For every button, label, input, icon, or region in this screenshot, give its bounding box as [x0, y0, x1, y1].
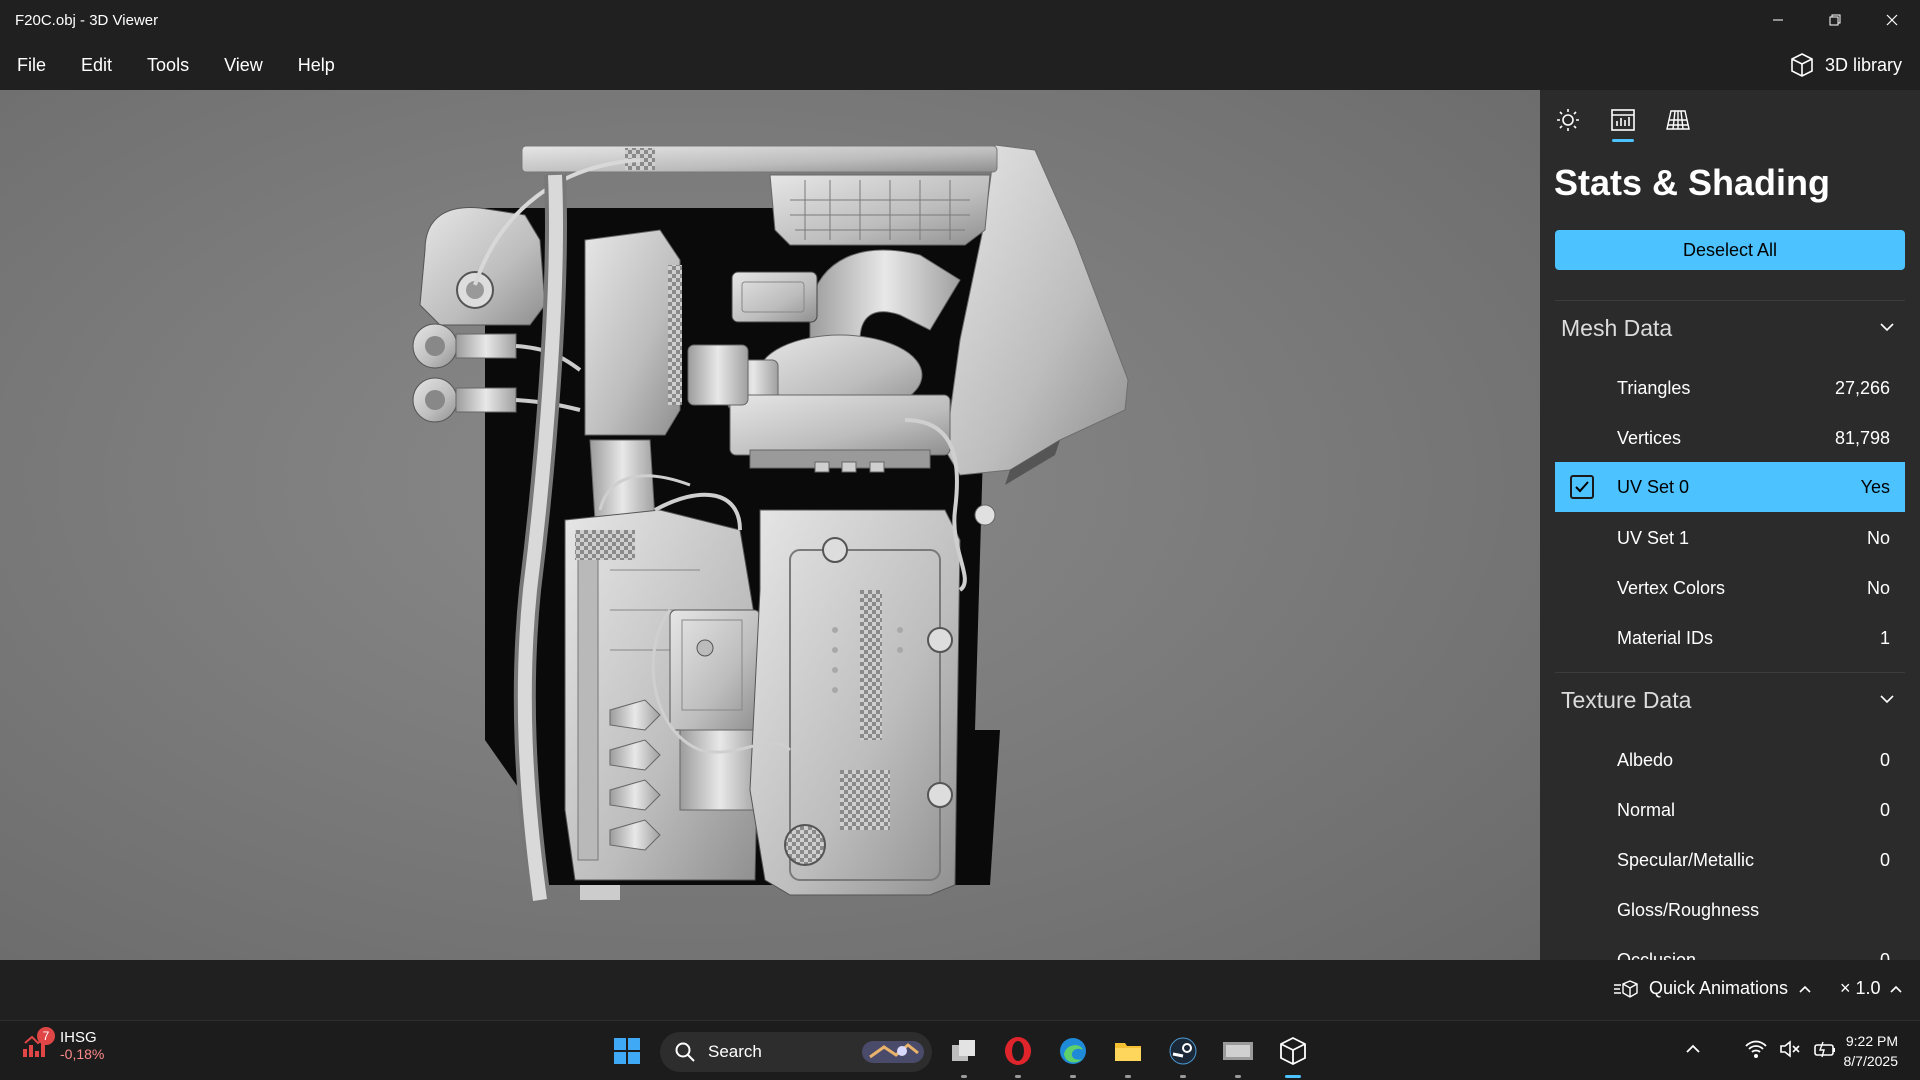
restore-button[interactable] — [1806, 0, 1863, 40]
mesh-row-vertex-colors[interactable]: Vertex Colors No — [1555, 563, 1905, 613]
tab-grid[interactable] — [1662, 100, 1694, 140]
uv-set-0-checkbox[interactable] — [1570, 475, 1594, 499]
menu-bar: File Edit Tools View Help 3D library — [0, 40, 1920, 90]
mesh-row-uv-set-1[interactable]: UV Set 1 No — [1555, 513, 1905, 563]
restore-icon — [1829, 14, 1840, 26]
close-icon — [1886, 14, 1897, 26]
clock-date: 8/7/2025 — [1843, 1053, 1899, 1069]
chevron-up-icon — [1799, 985, 1811, 993]
search-icon — [675, 1042, 695, 1062]
stock-name: IHSG — [60, 1029, 97, 1046]
menu-help[interactable]: Help — [281, 55, 353, 76]
mesh-row-vertices[interactable]: Vertices 81,798 — [1555, 413, 1905, 463]
window-title: F20C.obj - 3D Viewer — [15, 11, 159, 29]
search-highlight-icon — [862, 1041, 924, 1063]
opera-icon — [1005, 1037, 1031, 1065]
animation-cube-icon — [1614, 979, 1638, 998]
system-tray — [1685, 1039, 1837, 1059]
windows-logo-icon — [614, 1038, 640, 1064]
menu-tools[interactable]: Tools — [130, 55, 207, 76]
stock-change: -0,18% — [60, 1046, 105, 1062]
mesh-row-uv-set-0[interactable]: UV Set 0 Yes — [1555, 462, 1905, 512]
texture-row-specular-metallic[interactable]: Specular/Metallic 0 — [1555, 835, 1905, 885]
texture-row-gloss-roughness[interactable]: Gloss/Roughness — [1555, 885, 1905, 935]
edge-icon — [1060, 1038, 1086, 1064]
title-bar: F20C.obj - 3D Viewer — [0, 0, 1920, 40]
opera-app[interactable] — [1000, 1033, 1036, 1078]
start-button[interactable] — [609, 1033, 645, 1069]
steam-app[interactable] — [1165, 1033, 1201, 1078]
stats-chart-icon — [1611, 109, 1635, 131]
mesh-row-triangles[interactable]: Triangles 27,266 — [1555, 363, 1905, 413]
panel-title: Stats & Shading — [1554, 162, 1831, 203]
taskbar-search[interactable]: Search — [660, 1032, 932, 1072]
checkmark-icon — [1575, 481, 1589, 493]
quick-animations-label: Quick Animations — [1649, 978, 1789, 998]
task-view-button[interactable] — [946, 1033, 982, 1078]
notification-badge: 7 — [37, 1027, 55, 1045]
close-button[interactable] — [1863, 0, 1920, 40]
menu-view[interactable]: View — [207, 55, 281, 76]
grid-icon — [1666, 110, 1690, 130]
minimize-icon — [1772, 19, 1783, 21]
tab-stats[interactable] — [1607, 100, 1639, 142]
section-label: Mesh Data — [1561, 315, 1673, 341]
stats-panel: Stats & Shading Deselect All Mesh Data T… — [1540, 90, 1920, 960]
sun-icon — [1557, 109, 1579, 131]
cube-icon — [1791, 53, 1813, 77]
texture-row-normal[interactable]: Normal 0 — [1555, 785, 1905, 835]
game-thumbnail-icon — [1223, 1042, 1253, 1060]
quick-animations-button[interactable]: Quick Animations — [1613, 978, 1812, 999]
3d-viewport[interactable] — [0, 90, 1540, 960]
3d-library-label: 3D library — [1824, 54, 1902, 75]
clock-time: 9:22 PM — [1845, 1033, 1898, 1049]
animation-bar: Quick Animations × 1.0 — [0, 960, 1920, 1020]
edge-app[interactable] — [1055, 1033, 1091, 1078]
speed-label: × 1.0 — [1840, 978, 1881, 998]
3d-viewer-app[interactable] — [1275, 1033, 1311, 1078]
wifi-icon[interactable] — [1745, 1039, 1767, 1059]
clock[interactable]: 9:22 PM 8/7/2025 — [1844, 1031, 1899, 1071]
3d-library-button[interactable]: 3D library — [1789, 50, 1902, 80]
taskbar: 7 IHSG -0,18% Search 9:22 PM 8/7/2025 — [0, 1020, 1920, 1080]
volume-muted-icon[interactable] — [1779, 1039, 1801, 1059]
battery-icon[interactable] — [1813, 1039, 1837, 1059]
menu-file[interactable]: File — [0, 55, 64, 76]
chevron-up-icon — [1889, 985, 1902, 993]
chevron-up-icon[interactable] — [1685, 1041, 1701, 1057]
speed-selector[interactable]: × 1.0 — [1840, 978, 1903, 999]
task-view-icon — [952, 1040, 975, 1061]
texture-row-albedo[interactable]: Albedo 0 — [1555, 735, 1905, 785]
steam-icon — [1169, 1037, 1197, 1065]
texture-row-occlusion[interactable]: Occlusion 0 — [1555, 935, 1905, 961]
mesh-data-section[interactable]: Mesh Data — [1555, 300, 1905, 356]
3d-viewer-icon — [1280, 1036, 1306, 1066]
chevron-down-icon — [1880, 695, 1894, 704]
deselect-all-button[interactable]: Deselect All — [1555, 230, 1905, 270]
search-label: Search — [708, 1042, 762, 1061]
folder-icon — [1115, 1043, 1141, 1061]
tab-lighting[interactable] — [1552, 100, 1584, 140]
section-label: Texture Data — [1561, 687, 1692, 713]
menu-edit[interactable]: Edit — [64, 55, 130, 76]
engine-model — [412, 144, 1129, 902]
texture-data-section[interactable]: Texture Data — [1555, 672, 1905, 728]
game-app[interactable] — [1220, 1033, 1256, 1078]
stock-widget[interactable]: 7 IHSG -0,18% — [22, 1027, 105, 1062]
file-explorer-app[interactable] — [1110, 1033, 1146, 1078]
mesh-row-material-ids[interactable]: Material IDs 1 — [1555, 613, 1905, 663]
chevron-down-icon — [1880, 323, 1894, 332]
minimize-button[interactable] — [1749, 0, 1806, 40]
